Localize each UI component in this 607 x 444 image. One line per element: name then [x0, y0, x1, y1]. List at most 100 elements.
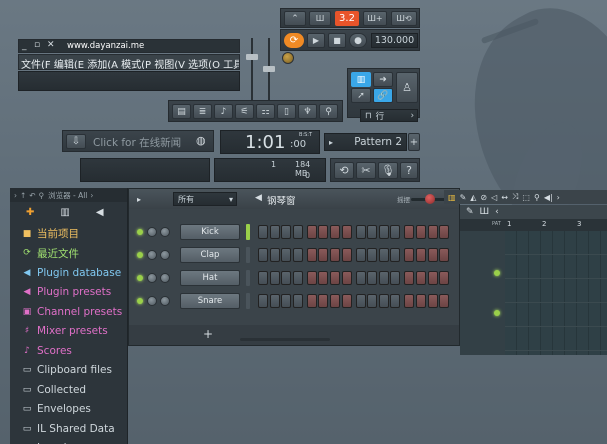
step-button[interactable] [355, 247, 366, 262]
step-button[interactable] [341, 247, 352, 262]
select-tool-icon[interactable]: ⬚ [522, 193, 530, 202]
browser-item[interactable]: ♯ Mixer presets [10, 322, 127, 342]
mute-tool-icon[interactable]: ◁ [491, 193, 497, 202]
channel-rack-window-button[interactable]: ♪ [214, 104, 233, 119]
step-button[interactable] [404, 247, 415, 262]
step-button[interactable] [341, 224, 352, 239]
step-button[interactable] [281, 224, 292, 239]
browser-item[interactable]: ⟳ 最近文件 [10, 244, 127, 264]
browser-item[interactable]: ▭ Clipboard files [10, 361, 127, 381]
playlist-window-button[interactable]: ▤ [172, 104, 191, 119]
channel-volume-knob[interactable] [160, 249, 170, 260]
blend-notes-button[interactable]: ♙ [396, 72, 418, 103]
channel-name-button[interactable]: Clap [180, 246, 240, 263]
chevron-left-icon[interactable]: ‹ [495, 207, 499, 217]
stop-button[interactable]: ■ [328, 33, 346, 48]
step-button[interactable] [355, 224, 366, 239]
snap-button[interactable]: 🔗 [373, 88, 393, 103]
step-button[interactable] [281, 293, 292, 308]
pitch-knob[interactable] [282, 52, 294, 64]
step-button[interactable] [306, 293, 317, 308]
browser-window-button[interactable]: ▯ [277, 104, 296, 119]
step-button[interactable] [378, 270, 389, 285]
channel-mute-led[interactable] [137, 297, 143, 304]
step-button[interactable] [329, 293, 340, 308]
channel-pan-knob[interactable] [147, 272, 157, 283]
channel-select-indicator[interactable] [246, 223, 250, 240]
step-button[interactable] [306, 270, 317, 285]
channel-name-button[interactable]: Hat [180, 269, 240, 286]
step-button[interactable] [258, 247, 268, 262]
cut-tool-button[interactable]: ✂ [356, 162, 376, 179]
step-button[interactable] [329, 224, 340, 239]
channel-mute-led[interactable] [137, 274, 143, 281]
step-button[interactable] [292, 224, 303, 239]
step-button[interactable] [367, 270, 378, 285]
channel-mute-led[interactable] [137, 228, 143, 235]
wait-for-input-button[interactable]: Ш [309, 11, 331, 26]
playback-tool-icon[interactable]: ◀| [544, 193, 553, 202]
step-button[interactable] [269, 247, 280, 262]
browser-item[interactable]: ◀ Plugin database [10, 263, 127, 283]
typing-keyboard-button[interactable]: ▥ [351, 72, 371, 87]
channel-volume-knob[interactable] [160, 295, 170, 306]
tempo-display[interactable]: 130.000 [371, 33, 418, 48]
step-button[interactable] [269, 224, 280, 239]
countdown-button[interactable]: Ш+ [363, 11, 387, 26]
step-button[interactable] [415, 270, 426, 285]
step-button[interactable] [367, 293, 378, 308]
file-icon[interactable]: ▥ [60, 207, 69, 218]
step-button[interactable] [355, 270, 366, 285]
channel-pan-knob[interactable] [147, 295, 157, 306]
step-button[interactable] [269, 293, 280, 308]
channel-mute-led[interactable] [137, 251, 143, 258]
playlist-tracks[interactable] [505, 231, 607, 355]
step-button[interactable] [292, 247, 303, 262]
step-button[interactable] [415, 293, 426, 308]
browser-item[interactable]: ▣ Channel presets [10, 302, 127, 322]
step-button[interactable] [318, 247, 329, 262]
arrow-up-icon[interactable]: ↑ [20, 191, 26, 200]
piano-roll-window-button[interactable]: ≣ [193, 104, 212, 119]
step-button[interactable] [378, 293, 389, 308]
step-button[interactable] [318, 224, 329, 239]
step-button[interactable] [281, 270, 292, 285]
step-button[interactable] [439, 247, 450, 262]
step-button[interactable] [306, 247, 317, 262]
step-button[interactable] [258, 293, 268, 308]
step-button[interactable] [367, 224, 378, 239]
online-news-text[interactable]: Click for 在线新闻 [93, 135, 181, 150]
step-button[interactable] [281, 247, 292, 262]
chevron-right-icon[interactable]: › [90, 191, 93, 200]
step-button[interactable] [404, 224, 415, 239]
step-button[interactable] [341, 293, 352, 308]
step-button[interactable] [390, 247, 401, 262]
draw-tool-icon[interactable]: ✎ [460, 193, 467, 202]
step-button[interactable] [439, 224, 450, 239]
track-led-1[interactable] [494, 270, 500, 276]
master-pitch-slider[interactable] [262, 38, 276, 100]
browser-item[interactable]: ▭ Collected [10, 380, 127, 400]
browser-item[interactable]: ▭ Envelopes [10, 400, 127, 420]
browser-item[interactable]: ▭ IL Shared Data [10, 419, 127, 439]
channel-volume-knob[interactable] [160, 226, 170, 237]
rack-menu-arrow-icon[interactable]: ▸ [137, 195, 141, 204]
project-info-button[interactable]: ⚲ [319, 104, 338, 119]
channel-name-button[interactable]: Snare [180, 292, 240, 309]
back-icon[interactable]: ↶ [29, 191, 35, 200]
step-button[interactable] [318, 293, 329, 308]
channel-select-indicator[interactable] [246, 269, 250, 286]
step-button[interactable] [427, 247, 438, 262]
playlist-mode-icon[interactable]: Ш [480, 207, 490, 217]
channel-pan-knob[interactable] [147, 249, 157, 260]
step-button[interactable] [367, 247, 378, 262]
add-channel-button[interactable]: + [203, 327, 213, 341]
close-icon[interactable]: ✕ [47, 40, 55, 50]
search-icon[interactable]: ⚲ [39, 191, 45, 200]
track-led-2[interactable] [494, 310, 500, 316]
step-button[interactable] [378, 247, 389, 262]
channel-select-indicator[interactable] [246, 292, 250, 309]
restore-icon[interactable]: ▫ [34, 40, 40, 50]
step-button[interactable] [341, 270, 352, 285]
step-button[interactable] [390, 293, 401, 308]
